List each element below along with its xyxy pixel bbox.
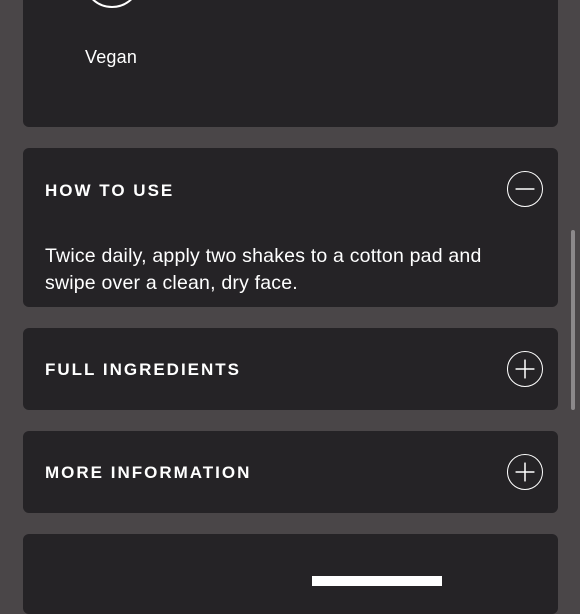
how-to-use-text: Twice daily, apply two shakes to a cotto… (45, 245, 482, 294)
how-to-use-title[interactable]: HOW TO USE (45, 181, 174, 201)
vegan-card: Vegan (23, 0, 558, 127)
more-information-section[interactable]: MORE INFORMATION (23, 431, 558, 513)
next-section-card (23, 534, 558, 614)
minus-icon (515, 188, 535, 190)
full-ingredients-section[interactable]: FULL INGREDIENTS (23, 328, 558, 410)
collapse-how-to-use-button[interactable] (507, 171, 543, 207)
scrollbar-thumb[interactable] (571, 230, 575, 410)
expand-more-information-button[interactable] (507, 454, 543, 490)
vegan-label: Vegan (85, 47, 138, 67)
vegan-badge-icon (83, 0, 141, 8)
expand-full-ingredients-button[interactable] (507, 351, 543, 387)
more-information-title[interactable]: MORE INFORMATION (45, 463, 251, 483)
plus-icon (515, 462, 535, 482)
full-ingredients-title[interactable]: FULL INGREDIENTS (45, 360, 241, 380)
plus-icon (515, 359, 535, 379)
white-button-top-edge[interactable] (312, 576, 442, 586)
how-to-use-section: HOW TO USE Twice daily, apply two shakes… (23, 148, 558, 307)
